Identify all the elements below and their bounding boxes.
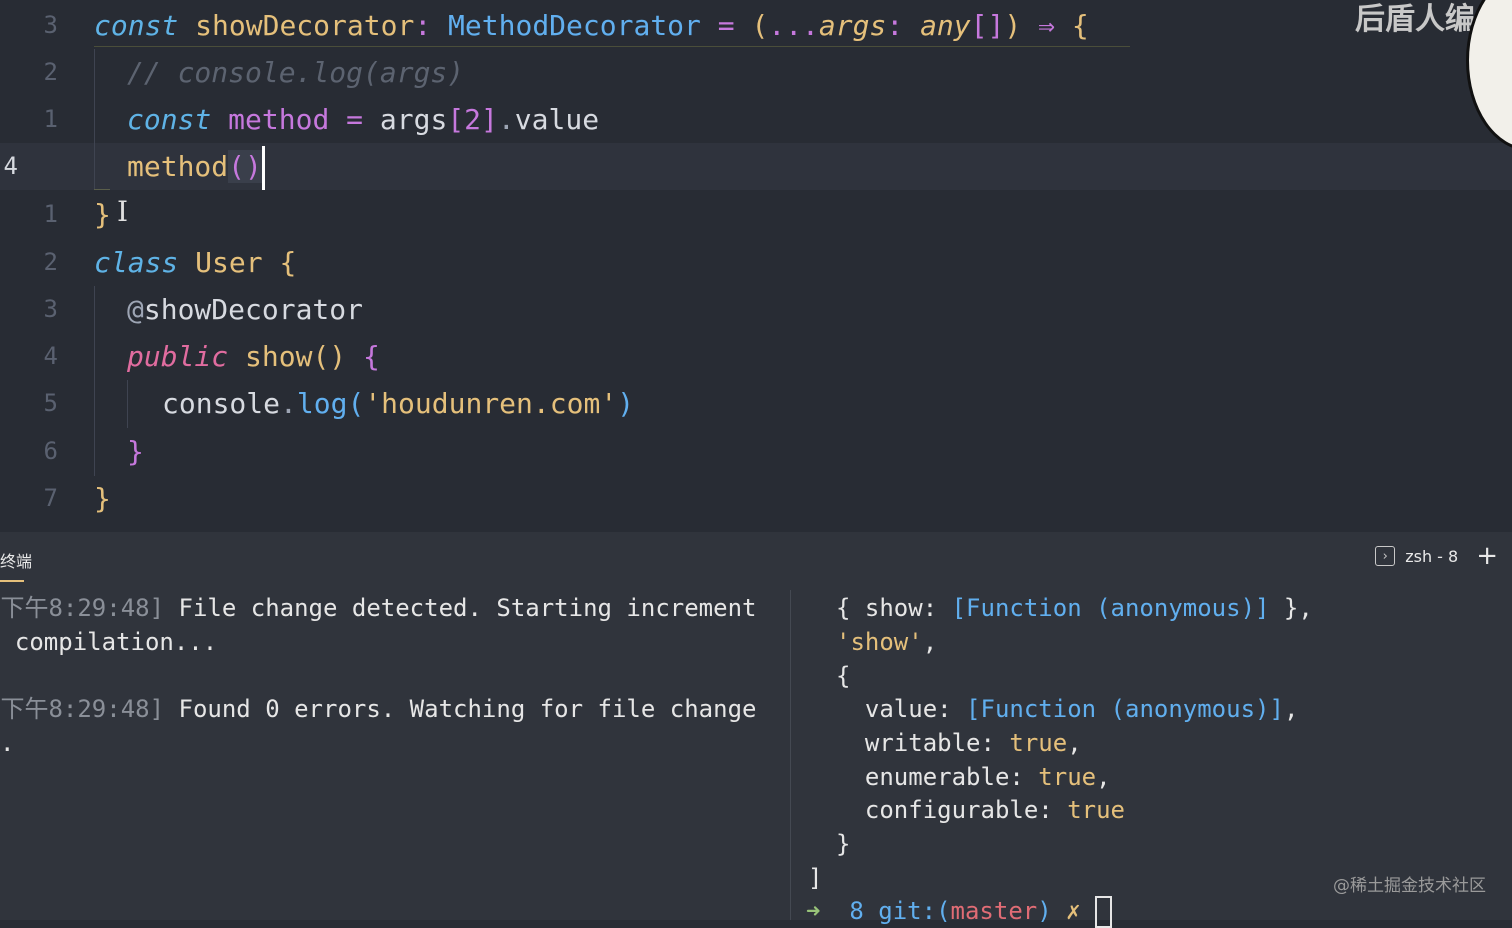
code-text: } — [94, 198, 111, 231]
line-number: 2 — [43, 58, 58, 86]
terminal-output-line: ] — [808, 864, 823, 892]
indent-guide — [94, 286, 95, 476]
line-number: 1 — [43, 105, 58, 133]
ibeam-cursor-icon: I — [117, 195, 129, 228]
shell-selector[interactable]: zsh - 8 — [1405, 547, 1458, 566]
code-comment: // console.log(args) — [127, 56, 465, 89]
terminal-output-line: . — [0, 729, 15, 757]
line-number: 4 — [3, 152, 18, 180]
terminal-output-line: [下午8:29:48] Found 0 errors. Watching for… — [0, 695, 757, 723]
active-tab-indicator — [0, 580, 24, 582]
terminal-output-line: enumerable: true, — [836, 763, 1111, 791]
line-number: 6 — [43, 437, 58, 465]
code-line[interactable]: 1 } — [0, 191, 1512, 238]
code-text: class User { — [94, 246, 297, 279]
code-line[interactable]: 4 public show() { — [0, 333, 1512, 380]
code-line[interactable]: 6 } — [0, 428, 1512, 475]
terminal-output-line: l compilation... — [0, 628, 218, 656]
line-number: 7 — [43, 484, 58, 512]
code-line[interactable]: 3 const showDecorator: MethodDecorator =… — [0, 2, 1512, 49]
line-number: 4 — [43, 342, 58, 370]
code-text: @showDecorator — [127, 293, 364, 326]
code-line[interactable]: 7 } — [0, 475, 1512, 522]
terminal-output-line: 'show', — [836, 628, 938, 656]
code-text: const method = args[2].value — [127, 103, 600, 136]
new-terminal-plus-icon[interactable]: + — [1476, 543, 1498, 569]
prompt-arrow-icon: ➜ — [806, 897, 821, 925]
terminal-output-line: { show: [Function (anonymous)] }, — [836, 594, 1313, 622]
line-number: 1 — [43, 200, 58, 228]
channel-logo-text: 后盾人编 — [1355, 2, 1475, 37]
code-line-current[interactable]: 4 method() — [0, 143, 1512, 190]
terminal-output-line: writable: true, — [836, 729, 1082, 757]
code-text: method() — [127, 143, 265, 190]
line-number: 3 — [43, 11, 58, 39]
watermark: @稀土掘金技术社区 — [1333, 876, 1486, 896]
terminal-output-line: configurable: true — [836, 796, 1125, 824]
code-line[interactable]: 3 @showDecorator — [0, 286, 1512, 333]
tab-terminal[interactable]: 终端 — [0, 548, 32, 572]
code-text: } — [127, 435, 144, 468]
indent-guide — [94, 49, 95, 190]
terminal-output-line: value: [Function (anonymous)], — [836, 695, 1299, 723]
split-pane-divider[interactable] — [790, 590, 791, 920]
indent-guide — [127, 380, 128, 428]
line-number: 3 — [43, 295, 58, 323]
terminal-output-line: [下午8:29:48] File change detected. Starti… — [0, 594, 757, 622]
code-text: public show() { — [127, 340, 380, 373]
terminal-panel[interactable]: 终端 › zsh - 8 + [下午8:29:48] File change d… — [0, 532, 1512, 928]
code-line[interactable]: 2 class User { — [0, 239, 1512, 286]
code-text: console.log('houdunren.com') — [162, 387, 635, 420]
code-line[interactable]: 2 // console.log(args) — [0, 49, 1512, 96]
terminal-output-line: { — [836, 662, 851, 690]
line-number: 2 — [43, 248, 58, 276]
terminal-prompt[interactable]: ➜ 8 git:(master) ✗ — [806, 894, 1113, 928]
code-text: } — [94, 482, 111, 515]
scope-underline — [94, 46, 1130, 47]
code-editor[interactable]: 3 const showDecorator: MethodDecorator =… — [0, 0, 1512, 532]
terminal-output-line: } — [836, 830, 851, 858]
terminal-cursor — [1095, 896, 1113, 928]
code-line[interactable]: 1 const method = args[2].value — [0, 96, 1512, 143]
terminal-icon: › — [1375, 546, 1396, 566]
dirty-icon: ✗ — [1066, 897, 1081, 925]
line-number: 5 — [43, 389, 58, 417]
text-cursor — [261, 146, 265, 190]
code-text: const showDecorator: MethodDecorator = (… — [94, 9, 1089, 42]
code-line[interactable]: 5 console.log('houdunren.com') — [0, 380, 1512, 427]
terminal-toolbar: › zsh - 8 + — [1375, 543, 1498, 569]
scope-bracket — [94, 189, 110, 190]
